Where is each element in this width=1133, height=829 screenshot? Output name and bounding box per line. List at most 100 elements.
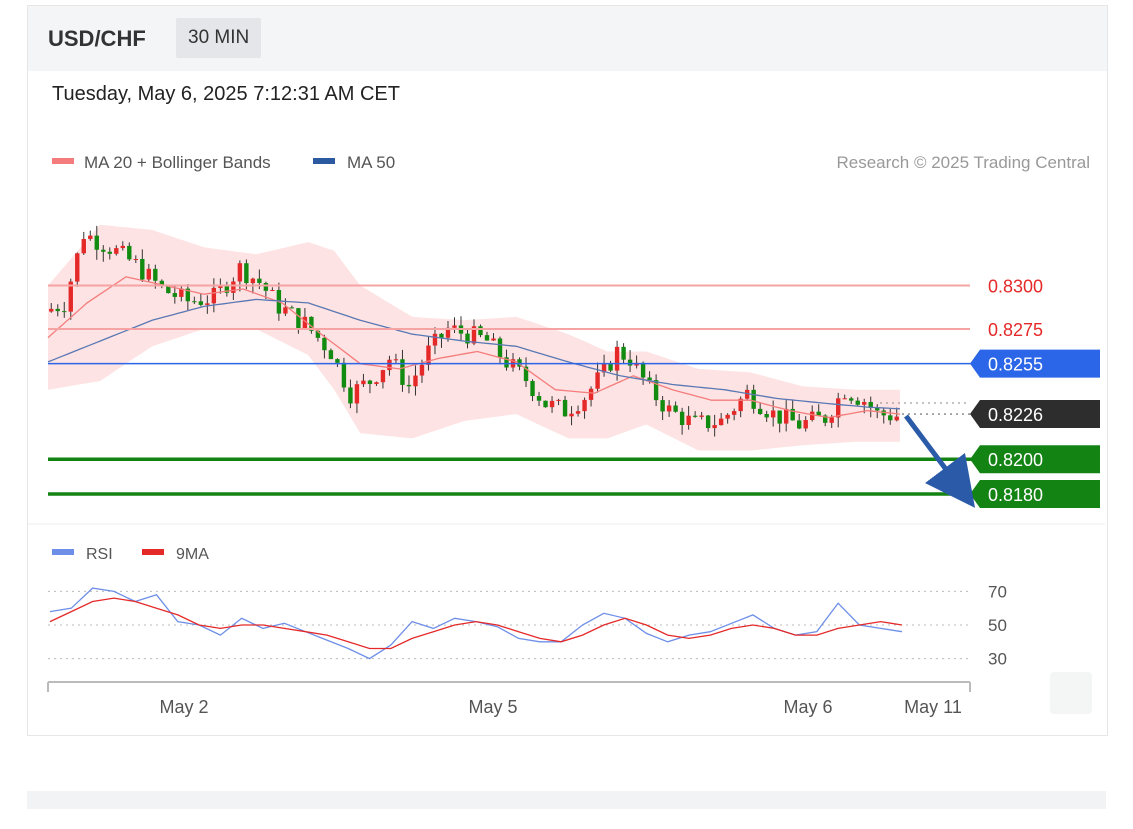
candle-body [348, 387, 353, 404]
candle-body [406, 384, 412, 387]
candle-body [725, 414, 730, 419]
candle-body [809, 411, 815, 421]
ma9-legend-label: 9MA [176, 546, 209, 563]
candle-body [849, 398, 854, 401]
candle-body [133, 258, 139, 260]
candle-body [380, 370, 386, 383]
level-label-1: 0.8275 [988, 320, 1043, 340]
candle-body [328, 350, 334, 360]
research-credit: Research © 2025 Trading Central [837, 153, 1091, 172]
candle-body [55, 308, 60, 312]
x-tick-label-may2: May 2 [159, 697, 208, 717]
candle-body [751, 389, 756, 409]
candle-body [783, 408, 789, 424]
candle-body [484, 335, 490, 341]
candle-body [536, 396, 542, 401]
ma50-legend-swatch [313, 158, 335, 164]
rsi-tick-label-70: 70 [988, 582, 1007, 601]
candle-body [419, 364, 425, 376]
candle-body [140, 258, 145, 280]
rsi-plot: 30 50 70 [48, 582, 1007, 669]
candle-body [692, 415, 698, 417]
candle-body [855, 400, 860, 405]
candle-body [530, 381, 535, 397]
ma20-legend-swatch [52, 158, 74, 164]
candle-body [49, 308, 54, 312]
candle-body [146, 268, 152, 280]
forecast-arrow [904, 414, 976, 508]
candle-body [361, 380, 366, 385]
candle-body [335, 359, 340, 363]
candle-body [888, 415, 893, 421]
candle-body [842, 398, 847, 400]
rsi-line [49, 587, 903, 660]
ma50-legend-label: MA 50 [347, 153, 395, 172]
candle-body [198, 301, 204, 305]
candle-body [263, 282, 269, 291]
candle-body [862, 401, 867, 405]
candle-body [770, 410, 776, 418]
candle-body [757, 408, 763, 414]
candle-body [679, 411, 685, 425]
rsi-tick-label-30: 30 [988, 650, 1007, 669]
x-tick-label-may5: May 5 [468, 697, 517, 717]
candle-body [413, 375, 418, 387]
candle-body [322, 337, 327, 351]
candle-body [341, 362, 347, 388]
candle-body [549, 400, 555, 408]
candle-body [81, 238, 86, 254]
candle-body [114, 248, 119, 254]
rsi-legend-swatch [52, 549, 74, 555]
candle-body [153, 268, 158, 281]
candle-body [543, 400, 548, 408]
candle-body [107, 251, 112, 254]
candle-body [393, 359, 399, 361]
candle-body [562, 399, 568, 417]
candle-body [640, 362, 646, 378]
footer-strip [27, 791, 1106, 809]
level-label-0: 0.8300 [988, 277, 1043, 297]
candle-body [387, 359, 392, 371]
candle-body [627, 359, 633, 366]
candle-body [257, 278, 262, 283]
candle-body [127, 245, 132, 260]
candle-body [75, 253, 80, 282]
level-label-3: 0.8226 [988, 405, 1043, 425]
ma9-legend-swatch [142, 549, 164, 555]
level-label-4: 0.8200 [988, 450, 1043, 470]
candle-body [582, 399, 587, 412]
candle-body [666, 405, 672, 412]
chart-options-button[interactable] [1050, 672, 1092, 714]
candle-body [588, 388, 594, 400]
candle-body [803, 420, 808, 429]
candle-body [575, 411, 581, 414]
candle-body [192, 301, 197, 303]
candle-body [374, 382, 379, 384]
candle-body [88, 235, 93, 239]
candle-body [731, 411, 737, 415]
candle-body [894, 416, 899, 421]
rsi-tick-label-50: 50 [988, 616, 1007, 635]
candle-body [270, 290, 275, 292]
candle-body [367, 380, 373, 384]
candle-body [432, 333, 438, 346]
candle-body [718, 418, 724, 426]
level-label-2: 0.8255 [988, 355, 1043, 375]
candle-body [244, 263, 249, 284]
candle-body [621, 346, 626, 360]
candle-body [556, 399, 561, 401]
price-chart: MA 20 + Bollinger Bands MA 50 Research ©… [28, 153, 1105, 717]
candle-body [120, 245, 125, 249]
candle-body [205, 303, 210, 305]
candle-body [62, 311, 67, 313]
candle-body [250, 278, 256, 284]
candle-body [569, 413, 574, 417]
candle-body [699, 415, 704, 417]
candle-body [796, 420, 802, 429]
candle-body [673, 405, 678, 412]
candle-body [452, 325, 457, 328]
candle-body [836, 398, 841, 418]
ma20-legend-label: MA 20 + Bollinger Bands [84, 153, 271, 172]
ma9-line [49, 597, 903, 650]
candle-body [491, 338, 496, 341]
